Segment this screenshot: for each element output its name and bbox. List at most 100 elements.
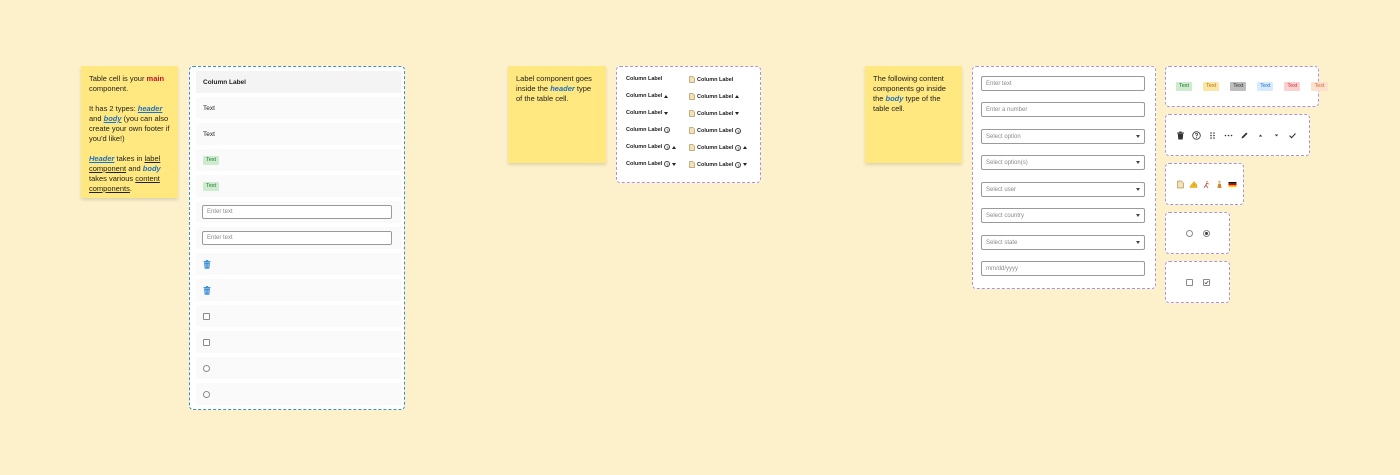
date-input[interactable]: mm/dd/yyyy	[981, 261, 1145, 276]
chevron-down-icon	[1136, 135, 1140, 138]
help-icon: ?	[735, 127, 742, 134]
table-cell-text[interactable]: Text	[196, 97, 401, 119]
number-input[interactable]: Enter a number	[981, 102, 1145, 117]
table-cell-checkbox	[196, 305, 401, 327]
text-input[interactable]: Enter text	[981, 76, 1145, 91]
note1-paragraph-3: Header takes in label component and body…	[89, 154, 161, 193]
pencil-icon[interactable]	[1240, 131, 1249, 140]
trash-icon[interactable]	[203, 259, 211, 269]
status-tag: Text	[203, 181, 220, 191]
sort-down-icon	[735, 112, 740, 115]
sticky-note-table-cell: Table cell is your main component. It ha…	[81, 66, 178, 198]
caret-up-icon[interactable]	[1256, 131, 1265, 140]
document-icon	[689, 76, 695, 83]
cheese-icon	[1189, 181, 1198, 188]
table-cell-tag[interactable]: Text	[196, 149, 401, 171]
content-inputs-frame: Enter text Enter a number Select option …	[972, 66, 1156, 289]
table-cell-input: Enter text	[196, 227, 401, 249]
body-highlight: body	[103, 114, 122, 123]
tag-blue: Text	[1257, 82, 1274, 91]
action-icons-frame	[1165, 114, 1310, 156]
column-label-with-icon-help-sort-desc[interactable]: Column Label ?	[689, 161, 748, 168]
entity-icons-frame	[1165, 163, 1244, 205]
checkbox[interactable]	[203, 338, 210, 346]
sort-up-icon	[672, 145, 677, 149]
column-label-help-sort-asc[interactable]: Column Label ?	[626, 144, 677, 150]
radio-button[interactable]	[203, 364, 210, 372]
person-running-icon	[1203, 180, 1209, 189]
label-component-frame: Column Label Column Label Column Label C…	[616, 66, 761, 183]
select-user-dropdown[interactable]: Select user	[981, 182, 1145, 197]
column-label-with-icon-sort-asc[interactable]: Column Label	[689, 93, 740, 100]
multi-select-dropdown[interactable]: Select option(s)	[981, 155, 1145, 170]
tags-frame: Text Text Text Text Text Text	[1165, 66, 1328, 107]
header-highlight-2: Header	[89, 154, 115, 163]
select-state-dropdown[interactable]: Select state	[981, 235, 1145, 250]
select-country-dropdown[interactable]: Select country	[981, 208, 1145, 223]
body-highlight-2: body	[142, 164, 161, 173]
note1-paragraph-2: It has 2 types: header and body (you can…	[89, 104, 170, 143]
germany-flag-icon	[1228, 182, 1237, 188]
column-label-help[interactable]: Column Label ?	[626, 127, 671, 133]
checkbox[interactable]	[203, 312, 210, 320]
checkbox-unchecked[interactable]	[1186, 279, 1193, 286]
column-label-sort-desc[interactable]: Column Label	[626, 110, 669, 116]
header-column-label: Column Label	[203, 78, 246, 86]
chevron-down-icon	[1136, 241, 1140, 244]
tag-red: Text	[1284, 82, 1301, 91]
table-cell-header[interactable]: Column Label	[196, 71, 401, 93]
column-label-with-icon-help-sort-asc[interactable]: Column Label ?	[689, 144, 748, 151]
table-cell-delete	[196, 279, 401, 301]
table-cell-tag[interactable]: Text	[196, 175, 401, 197]
checkbox-frame	[1165, 261, 1230, 303]
trash-icon[interactable]	[203, 285, 211, 295]
select-option-dropdown[interactable]: Select option	[981, 129, 1145, 144]
help-icon: ?	[664, 127, 671, 133]
trash-icon[interactable]	[1176, 131, 1185, 140]
note1-paragraph-1: Table cell is your main component.	[89, 74, 165, 93]
radio-dot	[1205, 232, 1208, 235]
column-label[interactable]: Column Label	[626, 76, 662, 82]
table-cell-text[interactable]: Text	[196, 123, 401, 145]
tag-green: Text	[1176, 82, 1193, 91]
document-icon	[689, 110, 695, 117]
text-input[interactable]: Enter text	[202, 231, 392, 245]
radio-button-unchecked[interactable]	[1186, 230, 1193, 237]
table-cell-radio	[196, 383, 401, 405]
header-highlight: header	[137, 104, 163, 113]
body-highlight: body	[885, 94, 904, 103]
sort-up-icon	[735, 95, 740, 98]
text-input[interactable]: Enter text	[202, 205, 392, 219]
sort-up-icon	[743, 146, 748, 149]
column-label-with-icon[interactable]: Column Label	[689, 76, 733, 83]
help-icon: ?	[735, 144, 742, 151]
column-label-with-icon-sort-desc[interactable]: Column Label	[689, 110, 740, 117]
radio-button-checked[interactable]	[1203, 230, 1210, 237]
tag-grey: Text	[1230, 82, 1247, 91]
drag-handle-icon[interactable]	[1208, 131, 1217, 140]
document-icon	[689, 161, 695, 168]
radio-button[interactable]	[203, 390, 210, 398]
document-icon	[689, 93, 695, 100]
sort-down-icon	[664, 111, 669, 115]
document-icon	[689, 144, 695, 151]
checkbox-checked[interactable]	[1203, 279, 1210, 286]
person-standing-icon	[1217, 180, 1222, 188]
check-icon[interactable]	[1288, 131, 1297, 140]
radio-frame	[1165, 212, 1230, 254]
column-label-sort-asc[interactable]: Column Label	[626, 93, 669, 99]
document-icon	[1177, 180, 1184, 189]
help-icon: ?	[664, 161, 671, 167]
sticky-note-label-component: Label component goes inside the header t…	[508, 66, 606, 163]
table-cell-checkbox	[196, 331, 401, 353]
status-tag: Text	[203, 155, 220, 165]
caret-down-icon[interactable]	[1272, 131, 1281, 140]
tag-yellow: Text	[1203, 82, 1220, 91]
sort-up-icon	[664, 94, 669, 98]
column-label-with-icon-help[interactable]: Column Label ?	[689, 127, 742, 134]
more-horizontal-icon[interactable]	[1224, 131, 1233, 140]
help-icon[interactable]	[1192, 131, 1201, 140]
column-label-help-sort-desc[interactable]: Column Label ?	[626, 161, 677, 167]
chevron-down-icon	[1136, 188, 1140, 191]
table-cell-frame: Column Label Text Text Text Text Enter t…	[189, 66, 405, 410]
